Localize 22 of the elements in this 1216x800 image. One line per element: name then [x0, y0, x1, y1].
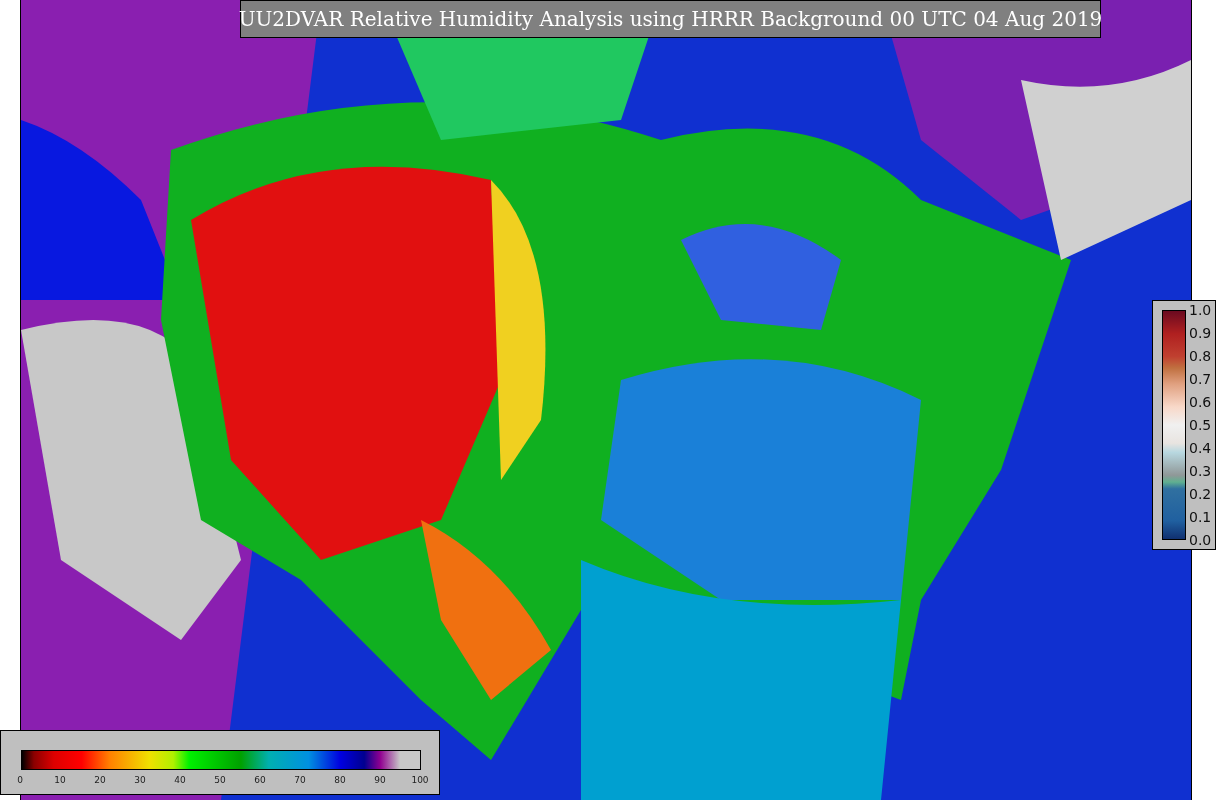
colorbar-tick-label: 0.9: [1189, 325, 1212, 341]
colorbar-tick-label: 90: [374, 775, 386, 785]
colorbar-tick-label: 0.8: [1189, 348, 1212, 364]
colorbar-tick-label: 100: [411, 775, 429, 785]
colorbar-tick-label: 10: [54, 775, 66, 785]
colorbar-tick-label: 0.2: [1189, 486, 1212, 502]
colorbar-tick-label: 50: [214, 775, 226, 785]
colorbar-tick-label: 60: [254, 775, 266, 785]
colorbar-tick-label: 0.3: [1189, 463, 1212, 479]
colorbar-tick-label: 0.5: [1189, 417, 1212, 433]
colorbar-tick-label: 20: [94, 775, 106, 785]
colorbar-tick-label: 0.6: [1189, 394, 1212, 410]
colorbar-tick-label: 80: [334, 775, 346, 785]
colorbar-tick-label: 0: [17, 775, 23, 785]
colorbar-tick-label: 0.0: [1189, 532, 1212, 548]
colorbar-tick-label: 70: [294, 775, 306, 785]
colorbar-tick-label: 40: [174, 775, 186, 785]
colorbar-tick-label: 30: [134, 775, 146, 785]
colorbar-tick-label: 0.1: [1189, 509, 1212, 525]
colorbar-tick-label: 1.0: [1189, 302, 1212, 318]
colorbar-tick-label: 0.4: [1189, 440, 1212, 456]
colorbar-tick-label: 0.7: [1189, 371, 1212, 387]
